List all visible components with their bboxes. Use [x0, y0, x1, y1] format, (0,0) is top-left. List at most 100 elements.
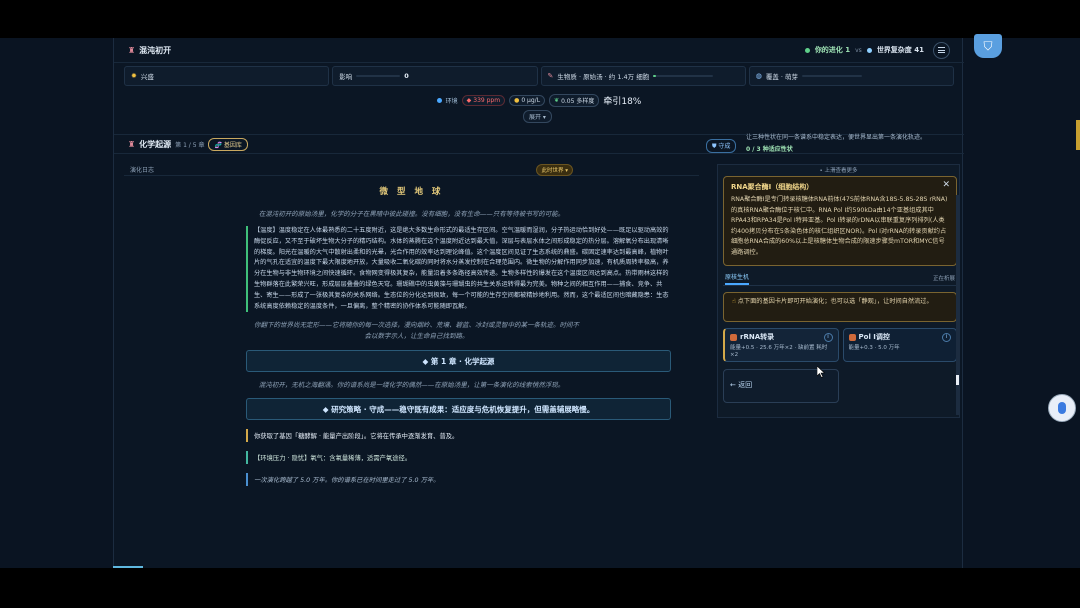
shield-icon[interactable]: ⛉	[974, 34, 1002, 58]
main-panel: ♜ 混沌初开 你的进化 1 vs 世界复杂度 41 ✹ 兴盛 影响 0 ✎ 生物…	[113, 38, 964, 568]
scroll-up-hint-text: 上滑查看更多	[824, 168, 858, 174]
world-complexity: 世界复杂度 41	[876, 46, 924, 54]
co2-chip: ◆ 339 ppm	[461, 94, 506, 106]
mouse-cursor-icon	[817, 366, 825, 378]
progress-dot-icon	[804, 47, 810, 53]
world-italic-text: 你翻下的世界尚无定形——它将随你的每一次选择，漫向烟岭、荒壤、碧蓝、冰封或灵智中…	[254, 321, 579, 341]
guard-button[interactable]: ⛊ 守成	[706, 139, 737, 153]
nutrient-icon: ●	[514, 96, 520, 104]
environment-pressure-note: 【环境压力 · 隐忧】氧气：含氧量稀薄，适需产氧途径。	[246, 451, 671, 465]
gene-library-button[interactable]: 🧬 基因库	[208, 137, 248, 151]
gene-card-title: rRNA转录	[740, 333, 775, 341]
biomass-icon: ✎	[547, 72, 554, 80]
influence-bar	[356, 75, 401, 77]
gene-badge-icon	[848, 333, 856, 341]
log-intro: 在混沌初开的原始汤里，化学的分子在黑暗中彼此碰撞。没有细胞，没有生命——只有等待…	[258, 210, 565, 218]
diversity-value: 0.05 多样度	[561, 97, 595, 105]
gene-tooltip-card: RNA聚合酶I（细胞结构） ✕ RNA聚合酶I是专门转录核糖体RNA前体(47S…	[723, 176, 957, 266]
co2-value: 339 ppm	[473, 96, 501, 104]
log-heading: 微 型 地 球	[379, 187, 444, 197]
stat-influence-label: 影响	[339, 73, 353, 81]
stat-prosperity-label: 兴盛	[140, 73, 154, 81]
info-icon[interactable]: i	[942, 333, 951, 342]
horizontal-scrollbar[interactable]	[113, 566, 143, 568]
letterbox-bottom	[0, 568, 1080, 608]
trait-count: 0 / 3 种适应性状	[746, 146, 793, 153]
section-name: 化学起源	[139, 139, 172, 149]
tab-prokaryote[interactable]: 原核生机	[725, 272, 750, 285]
diversity-chip: ❦ 0.05 多样度	[549, 93, 600, 107]
log-header: 演化日志 此时世界 ▾	[124, 163, 699, 176]
env-label: 环境	[445, 97, 458, 105]
environment-row: 环境 ◆ 339 ppm ● 0 μg/L ❦ 0.05 多样度 牵引18%	[114, 93, 964, 107]
your-progress: 你的进化 1	[814, 46, 851, 54]
world-dot-icon	[866, 47, 872, 53]
pull-value: 牵引18%	[603, 96, 642, 107]
gene-acquired-note: 你获取了基因「糖酵解 · 能量产出阶段」。它将在传承中逐渐发育、普及。	[246, 429, 671, 443]
header: ♜ 混沌初开 你的进化 1 vs 世界复杂度 41	[114, 38, 964, 63]
nutrient-value: 0 μg/L	[521, 96, 541, 104]
gene-library-label: 基因库	[223, 141, 242, 149]
temperature-paragraph: 【温度】温度稳定在人体最熟悉的二十五度附近，这是绝大多数生命形式的最适生存区间。…	[246, 226, 671, 313]
chapter-banner: ◆ 第 1 章 · 化学起源	[246, 350, 671, 373]
stats-row: ✹ 兴盛 影响 0 ✎ 生物质 · 原始汤 · 约 1.4万 细胞 ◍ 覆盖 ·…	[124, 66, 954, 86]
gene-badge-icon	[730, 333, 737, 341]
vs-label: vs	[855, 46, 862, 54]
chapter-label: 第 1 / 5 章	[175, 141, 205, 149]
time-span-note: 一次演化跨越了 5.0 万年。你的谱系已在时间里走过了 5.0 万年。	[246, 473, 671, 487]
stat-prosperity: ✹ 兴盛	[124, 66, 330, 86]
stat-biomass: ✎ 生物质 · 原始汤 · 约 1.4万 细胞	[540, 66, 746, 86]
assistant-float-button[interactable]	[1048, 394, 1076, 422]
tab-status: 正在析展	[932, 276, 955, 282]
world-now-label: 此时世界	[541, 167, 564, 174]
close-icon[interactable]: ✕	[942, 180, 950, 190]
flask-icon: ♜	[128, 45, 136, 55]
globe-icon: ◍	[755, 72, 762, 80]
stat-coverage-label: 覆盖 · 萌芽	[765, 73, 799, 81]
letterbox-top	[0, 0, 1080, 38]
edge-tab[interactable]	[1076, 120, 1080, 150]
gene-card-pol1[interactable]: Pol I调控 i 能量+0.3 · 5.0 万年	[842, 328, 957, 362]
menu-button[interactable]	[933, 41, 950, 59]
guard-label: 守成	[718, 143, 731, 150]
info-icon[interactable]: i	[823, 333, 833, 342]
world-now-chip[interactable]: 此时世界 ▾	[536, 163, 573, 176]
stat-biomass-label: 生物质 · 原始汤 · 约 1.4万 细胞	[557, 73, 650, 81]
panel-scrollbar-thumb[interactable]	[956, 375, 959, 385]
tooltip-body: RNA聚合酶I是专门转录核糖体RNA前体(47S前体RNA含18S-5.8S-2…	[731, 196, 948, 256]
assistant-icon	[1058, 402, 1066, 414]
biomass-bar	[653, 75, 714, 77]
biomass-bar-fill	[653, 75, 657, 77]
gene-card-meta: 能量+0.5 · 25.6 万年×2 · 缺前置 耗时×2	[730, 345, 828, 358]
section-hint-text: 让三种性状在同一条谱系中稳定表达，便世界显出第一条演化轨迹。	[746, 134, 927, 141]
scroll-up-hint: • 上滑查看更多	[819, 168, 858, 174]
flask-icon: ♜	[128, 139, 136, 149]
gene-tabs: 原核生机 正在析展	[723, 271, 957, 286]
panel-scrollbar[interactable]	[956, 195, 959, 415]
sun-icon: ✹	[131, 72, 137, 80]
expand-button[interactable]: 展开 ▾	[523, 110, 552, 123]
leaf-icon: ❦	[554, 96, 560, 104]
nutrient-chip: ● 0 μg/L	[509, 94, 546, 106]
strategy-banner: ◆ 研究策略 · 守成——稳守既有成果：适应度与危机恢复提升，但需盖辅展略慢。	[246, 398, 671, 421]
header-status: 你的进化 1 vs 世界复杂度 41	[804, 41, 950, 59]
stat-influence: 影响 0	[332, 66, 538, 86]
gene-card-rrna[interactable]: rRNA转录 i 能量+0.5 · 25.6 万年×2 · 缺前置 耗时×2	[723, 328, 839, 362]
stat-coverage: ◍ 覆盖 · 萌芽	[748, 66, 954, 86]
page-title: 混沌初开	[139, 45, 172, 55]
coverage-bar	[802, 75, 863, 77]
pointer-icon: ☝	[732, 298, 736, 305]
co2-icon: ◆	[466, 96, 472, 104]
evolution-log: 演化日志 此时世界 ▾ 微 型 地 球 在混沌初开的原始汤里，化学的分子在黑暗中…	[124, 163, 699, 568]
gene-card-title: Pol I调控	[858, 333, 890, 341]
section-bar: ♜ 化学起源 第 1 / 5 章 🧬 基因库 ⛊ 守成 让三种性状在同一条谱系中…	[114, 134, 964, 154]
expand-label: 展开	[529, 114, 542, 121]
tooltip-title: RNA聚合酶I（细胞结构）	[731, 183, 814, 191]
env-dot-icon	[436, 97, 442, 103]
log-label: 演化日志	[130, 167, 155, 174]
app-window: ♜ 混沌初开 你的进化 1 vs 世界复杂度 41 ✹ 兴盛 影响 0 ✎ 生物…	[0, 38, 1080, 568]
gene-card-meta: 能量+0.3 · 5.0 万年	[848, 345, 900, 351]
stat-influence-value: 0	[404, 72, 409, 80]
gene-cards: rRNA转录 i 能量+0.5 · 25.6 万年×2 · 缺前置 耗时×2 P…	[723, 328, 957, 362]
gene-hint-text: 点下面的基因卡片即可开始演化；也可以选「静观」，让时间自然流过。	[737, 298, 933, 305]
